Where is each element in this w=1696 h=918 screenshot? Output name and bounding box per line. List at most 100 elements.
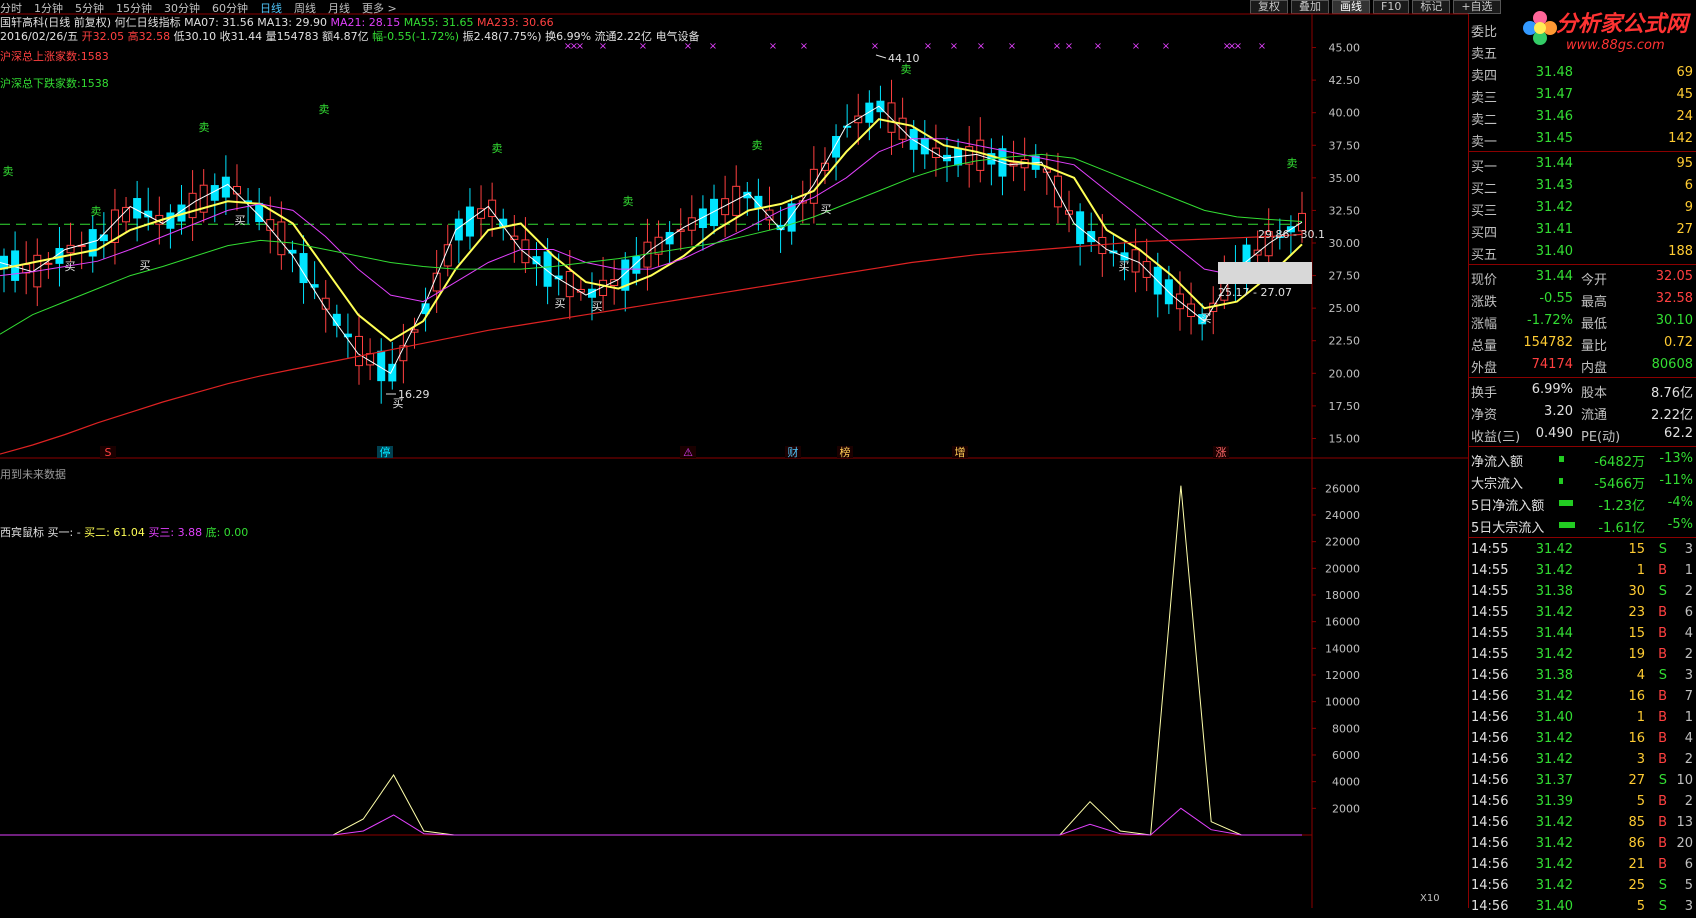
tick-row: 14:56 31.40 5 S 3 bbox=[1469, 896, 1696, 918]
quote-value: 32.58 bbox=[1655, 291, 1693, 306]
ask-row: 卖五 bbox=[1469, 40, 1696, 62]
quote-value: 30.10 bbox=[1655, 313, 1693, 328]
quote-value: 32.05 bbox=[1655, 269, 1693, 284]
flow-label: 大宗流入 bbox=[1471, 477, 1524, 492]
tick-price: 31.39 bbox=[1535, 794, 1573, 809]
tick-row: 14:55 31.42 19 B 2 bbox=[1469, 644, 1696, 666]
ask-volume: 142 bbox=[1668, 131, 1693, 146]
price-tick-label: 32.50 bbox=[1329, 204, 1361, 217]
tick-row: 14:56 31.39 5 B 2 bbox=[1469, 791, 1696, 813]
tick-count: 1 bbox=[1684, 563, 1693, 578]
multiplier-label: X10 bbox=[1420, 893, 1440, 904]
price-tick-label: 35.00 bbox=[1329, 172, 1361, 185]
tick-time: 14:56 bbox=[1471, 731, 1509, 746]
panel-separator bbox=[1469, 264, 1696, 265]
stat-label: 换手 bbox=[1471, 386, 1498, 401]
tick-time: 14:56 bbox=[1471, 689, 1509, 704]
tick-time: 14:55 bbox=[1471, 626, 1509, 641]
tick-time: 14:56 bbox=[1471, 878, 1509, 893]
tick-price: 31.38 bbox=[1535, 584, 1573, 599]
price-tick-label: 17.50 bbox=[1329, 400, 1361, 413]
tick-count: 6 bbox=[1684, 605, 1693, 620]
tick-time: 14:55 bbox=[1471, 647, 1509, 662]
price-tick-label: 37.50 bbox=[1329, 139, 1361, 152]
quote-row: 涨幅 -1.72% 最低 30.10 bbox=[1469, 310, 1696, 332]
tick-row: 14:55 31.42 23 B 6 bbox=[1469, 602, 1696, 624]
candle-body bbox=[931, 147, 940, 158]
event-marker: 财 bbox=[788, 445, 799, 459]
tick-price: 31.42 bbox=[1535, 542, 1573, 557]
sell-signal: 卖 bbox=[1287, 157, 1298, 170]
sell-signal: 卖 bbox=[319, 103, 330, 116]
tick-count: 7 bbox=[1684, 689, 1693, 704]
tick-time: 14:56 bbox=[1471, 794, 1509, 809]
ma-line-ma21 bbox=[0, 138, 1303, 303]
tick-count: 3 bbox=[1684, 668, 1693, 683]
tick-time: 14:56 bbox=[1471, 815, 1509, 830]
ask-row: 卖一 31.45 142 bbox=[1469, 128, 1696, 150]
tick-volume: 15 bbox=[1628, 542, 1645, 557]
price-tick-label: 27.50 bbox=[1329, 270, 1361, 283]
event-marker: 增 bbox=[955, 445, 966, 459]
flow-label: 5日净流入额 bbox=[1471, 499, 1545, 514]
tick-time: 14:55 bbox=[1471, 542, 1509, 557]
panel-separator bbox=[1469, 446, 1696, 447]
bid-label: 买二 bbox=[1471, 182, 1498, 197]
tick-direction: S bbox=[1658, 584, 1667, 599]
quote-panel: 委比 卖五 卖四 31.48 69 卖三 31.47 45 卖二 31.46 24 卖一 31.45 14… bbox=[1468, 14, 1696, 914]
tick-row: 14:56 31.40 1 B 1 bbox=[1469, 707, 1696, 729]
quote-label: 现价 bbox=[1471, 273, 1498, 288]
quote-value: -1.72% bbox=[1527, 313, 1573, 328]
stat-value: 3.20 bbox=[1544, 404, 1573, 419]
tick-row: 14:56 31.42 85 B 13 bbox=[1469, 812, 1696, 834]
price-tick-label: 45.00 bbox=[1329, 42, 1361, 55]
ma-line-ma13 bbox=[0, 118, 1303, 342]
ask-price: 31.48 bbox=[1535, 65, 1573, 80]
candle-body bbox=[865, 102, 874, 123]
price-tick-label: 22.50 bbox=[1329, 335, 1361, 348]
event-x-marker: × bbox=[1258, 41, 1266, 52]
tick-count: 6 bbox=[1684, 857, 1693, 872]
bid-price: 31.40 bbox=[1535, 244, 1573, 259]
stat-value: 8.76亿 bbox=[1651, 386, 1693, 401]
candle-body bbox=[1053, 175, 1062, 208]
event-x-marker: × bbox=[639, 41, 647, 52]
stat-row: 收益(三) 0.490 PE(动) 62.2 bbox=[1469, 423, 1696, 445]
event-x-marker: × bbox=[684, 41, 692, 52]
volume-tick-label: 16000 bbox=[1325, 616, 1360, 629]
price-tick-label: 40.00 bbox=[1329, 107, 1361, 120]
tick-row: 14:56 31.38 4 S 3 bbox=[1469, 665, 1696, 687]
volume-line-1 bbox=[0, 807, 1302, 836]
buy-signal: 买 bbox=[140, 259, 151, 272]
buy2-value: 买二: 61.04 bbox=[84, 526, 145, 539]
tick-time: 14:56 bbox=[1471, 836, 1509, 851]
tick-volume: 1 bbox=[1636, 563, 1645, 578]
ask-volume: 45 bbox=[1676, 87, 1693, 102]
volume-tick-label: 12000 bbox=[1325, 669, 1360, 682]
tick-volume: 86 bbox=[1628, 836, 1645, 851]
event-x-marker: × bbox=[1008, 41, 1016, 52]
volume-tick-label: 14000 bbox=[1325, 642, 1360, 655]
tick-time: 14:56 bbox=[1471, 773, 1509, 788]
candle-body bbox=[232, 186, 241, 195]
tick-count: 2 bbox=[1684, 584, 1693, 599]
volume-tick-label: 18000 bbox=[1325, 589, 1360, 602]
tick-time: 14:55 bbox=[1471, 563, 1509, 578]
kline-chart[interactable]: 15.00 17.50 20.00 22.50 25.00 27.50 30.00 32.50… bbox=[0, 0, 1468, 908]
event-x-marker: × bbox=[800, 41, 808, 52]
volume-tick-label: 2000 bbox=[1332, 802, 1360, 815]
tick-price: 31.42 bbox=[1535, 731, 1573, 746]
tick-direction: B bbox=[1658, 710, 1667, 725]
tick-direction: B bbox=[1658, 815, 1667, 830]
tick-price: 31.42 bbox=[1535, 815, 1573, 830]
candle-body bbox=[887, 102, 896, 133]
tick-price: 31.40 bbox=[1535, 899, 1573, 914]
volume-tick-label: 26000 bbox=[1325, 482, 1360, 495]
event-x-marker: × bbox=[1094, 41, 1102, 52]
tick-direction: B bbox=[1658, 647, 1667, 662]
quote-value: 154782 bbox=[1523, 335, 1573, 350]
quote-value: 31.44 bbox=[1535, 269, 1573, 284]
candle-body bbox=[843, 125, 852, 128]
tick-direction: B bbox=[1658, 731, 1667, 746]
tick-price: 31.42 bbox=[1535, 563, 1573, 578]
